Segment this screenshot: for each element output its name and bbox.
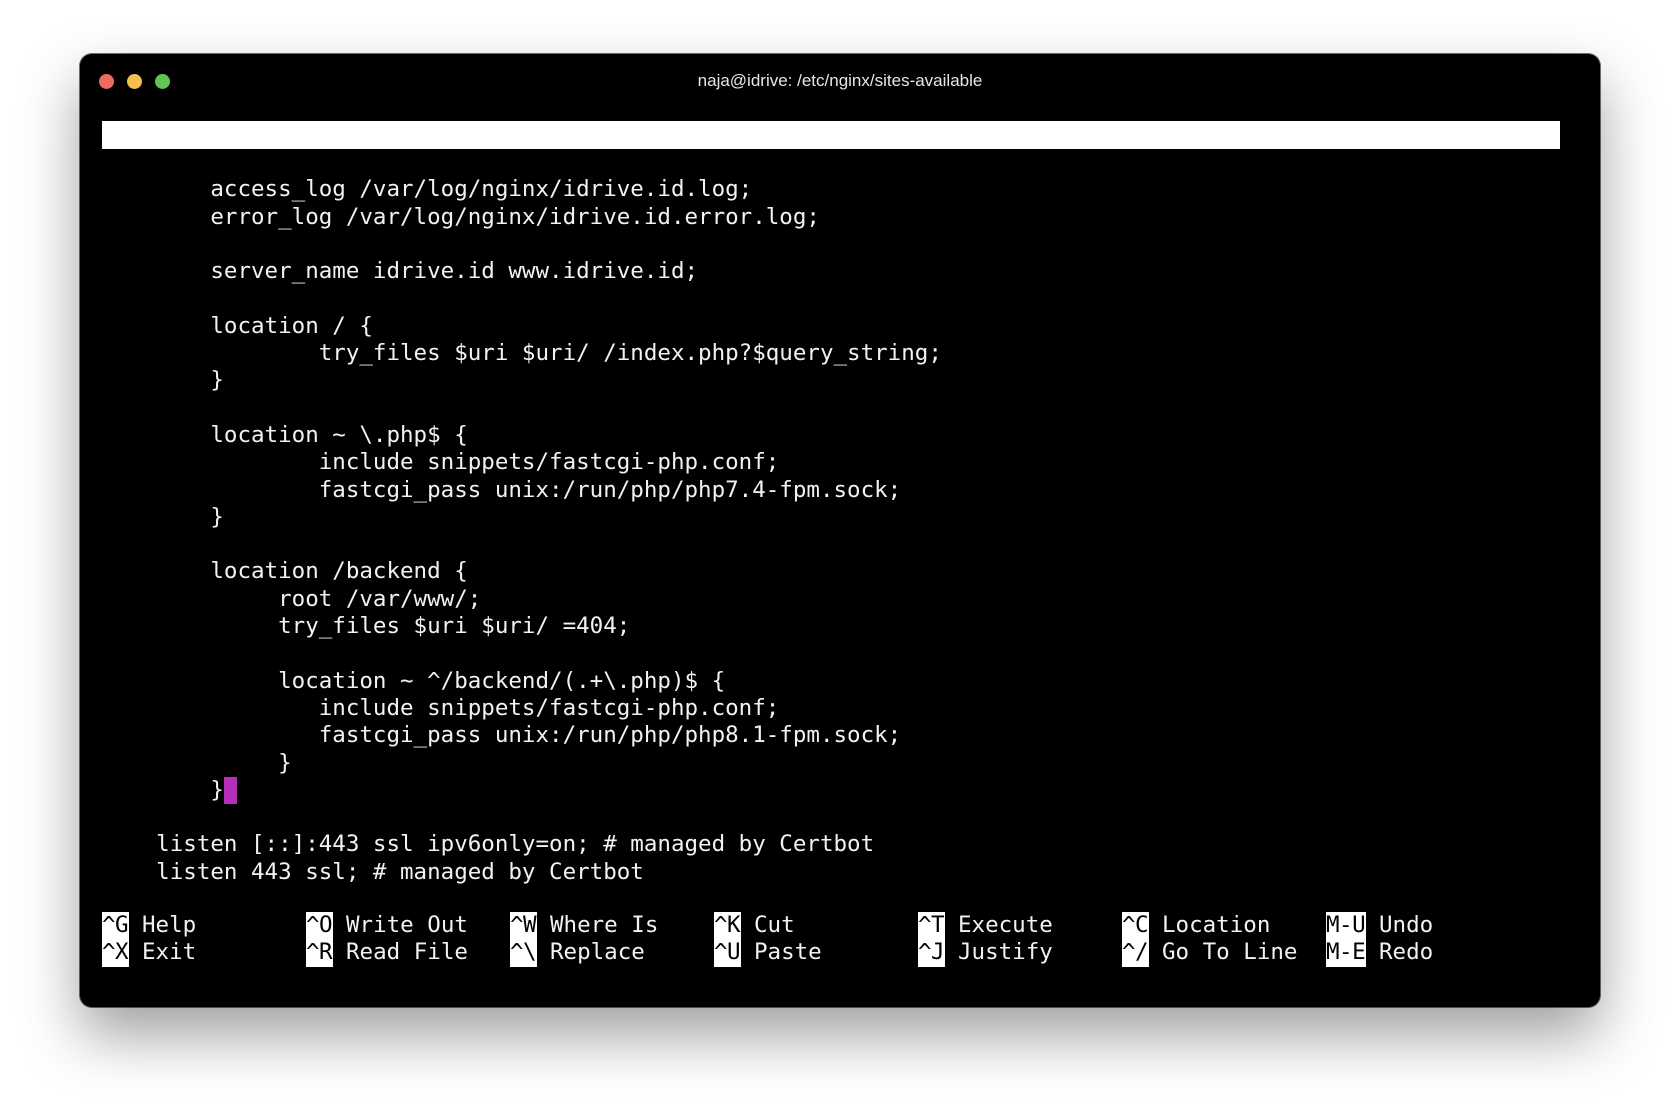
code-line[interactable]: try_files $uri $uri/ =404; — [102, 613, 1564, 640]
code-line-text: access_log /var/log/nginx/idrive.id.log; — [102, 176, 753, 203]
terminal-window: naja@idrive: /etc/nginx/sites-available … — [80, 54, 1600, 1007]
shortcut-key: ^G — [102, 912, 129, 940]
code-line-text: include snippets/fastcgi-php.conf; — [102, 449, 780, 476]
shortcut-key: ^U — [714, 939, 741, 967]
shortcut-redo[interactable]: M-E Redo — [1326, 939, 1434, 967]
code-line[interactable]: location /backend { — [102, 558, 1564, 585]
shortcut-help[interactable]: ^G Help — [102, 912, 197, 940]
code-line[interactable]: } — [102, 367, 1564, 394]
shortcut-label: Read File — [346, 939, 468, 966]
shortcut-exit[interactable]: ^X Exit — [102, 939, 197, 967]
nano-editor[interactable]: GNU nano 6.2 idrive.id * access_log /var… — [102, 121, 1564, 886]
code-line[interactable] — [102, 531, 1564, 558]
code-line-text: location ~ \.php$ { — [102, 421, 468, 448]
code-line-text: listen [::]:443 ssl ipv6only=on; # manag… — [102, 831, 875, 858]
shortcut-location[interactable]: ^C Location — [1122, 912, 1271, 940]
shortcut-key: M-U — [1326, 912, 1366, 940]
shortcut-go-to-line[interactable]: ^/ Go To Line — [1122, 939, 1298, 967]
code-line-text: location / { — [102, 312, 373, 339]
nano-header-bar: GNU nano 6.2 idrive.id * — [102, 121, 1560, 204]
shortcut-label: Where Is — [550, 912, 659, 938]
shortcut-label: Go To Line — [1162, 939, 1298, 966]
window-title: naja@idrive: /etc/nginx/sites-available — [697, 71, 983, 90]
text-cursor — [223, 776, 237, 804]
code-line[interactable]: } — [102, 776, 1564, 804]
code-line[interactable]: root /var/www/; — [102, 586, 1564, 613]
code-line-text: root /var/www/; — [102, 585, 482, 612]
code-line[interactable]: location / { — [102, 313, 1564, 340]
shortcut-execute[interactable]: ^T Execute — [918, 912, 1053, 940]
code-line[interactable]: fastcgi_pass unix:/run/php/php7.4-fpm.so… — [102, 477, 1564, 504]
code-line[interactable]: server_name idrive.id www.idrive.id; — [102, 258, 1564, 285]
title-bar: naja@idrive: /etc/nginx/sites-available — [80, 54, 1600, 108]
code-line[interactable]: location ~ ^/backend/(.+\.php)$ { — [102, 668, 1564, 695]
code-line[interactable]: try_files $uri $uri/ /index.php?$query_s… — [102, 340, 1564, 367]
shortcut-paste[interactable]: ^U Paste — [714, 939, 822, 967]
code-line-text: try_files $uri $uri/ /index.php?$query_s… — [102, 340, 942, 367]
shortcut-read-file[interactable]: ^R Read File — [306, 939, 468, 967]
shortcut-key: ^W — [510, 912, 537, 940]
shortcut-key: M-E — [1326, 939, 1366, 967]
code-line[interactable] — [102, 804, 1564, 831]
shortcut-label: Redo — [1379, 939, 1434, 966]
code-line[interactable]: fastcgi_pass unix:/run/php/php8.1-fpm.so… — [102, 722, 1564, 749]
editor-text-area[interactable]: access_log /var/log/nginx/idrive.id.log;… — [102, 149, 1564, 886]
code-line[interactable] — [102, 395, 1564, 422]
code-line-text: server_name idrive.id www.idrive.id; — [102, 258, 699, 285]
code-line[interactable]: } — [102, 504, 1564, 531]
shortcut-key: ^J — [918, 939, 945, 967]
shortcut-key: ^/ — [1122, 939, 1149, 967]
code-line[interactable] — [102, 231, 1564, 258]
shortcut-label: Exit — [142, 939, 197, 966]
shortcut-replace[interactable]: ^\ Replace — [510, 939, 645, 967]
shortcut-label: Help — [142, 912, 197, 938]
code-line[interactable]: access_log /var/log/nginx/idrive.id.log; — [102, 176, 1564, 203]
code-line-text: location /backend { — [102, 558, 468, 585]
code-line[interactable]: include snippets/fastcgi-php.conf; — [102, 695, 1564, 722]
code-line-text: } — [102, 367, 224, 394]
shortcut-key: ^\ — [510, 939, 537, 967]
shortcut-label: Undo — [1379, 912, 1434, 938]
shortcut-undo[interactable]: M-U Undo — [1326, 912, 1434, 940]
code-line-text: try_files $uri $uri/ =404; — [102, 613, 631, 640]
code-line[interactable] — [102, 285, 1564, 312]
shortcut-label: Execute — [958, 912, 1053, 938]
code-line[interactable]: location ~ \.php$ { — [102, 422, 1564, 449]
code-line[interactable]: listen [::]:443 ssl ipv6only=on; # manag… — [102, 831, 1564, 858]
code-line[interactable] — [102, 640, 1564, 667]
shortcut-label: Cut — [754, 912, 795, 938]
shortcut-key: ^O — [306, 912, 333, 940]
code-line-text: location ~ ^/backend/(.+\.php)$ { — [102, 667, 726, 694]
shortcut-key: ^R — [306, 939, 333, 967]
code-line-text: include snippets/fastcgi-php.conf; — [102, 694, 780, 721]
shortcut-label: Paste — [754, 939, 822, 966]
code-line[interactable]: } — [102, 750, 1564, 777]
code-line[interactable]: include snippets/fastcgi-php.conf; — [102, 449, 1564, 476]
shortcut-label: Location — [1162, 912, 1271, 938]
shortcut-key: ^K — [714, 912, 741, 940]
code-line[interactable]: listen 443 ssl; # managed by Certbot — [102, 859, 1564, 886]
shortcut-cut[interactable]: ^K Cut — [714, 912, 795, 940]
shortcut-write-out[interactable]: ^O Write Out — [306, 912, 468, 940]
code-line[interactable] — [102, 149, 1564, 176]
code-line-text: fastcgi_pass unix:/run/php/php8.1-fpm.so… — [102, 722, 902, 749]
code-line-text: error_log /var/log/nginx/idrive.id.error… — [102, 203, 820, 230]
shortcut-label: Write Out — [346, 912, 468, 938]
shortcut-label: Replace — [550, 939, 645, 966]
code-line-text: fastcgi_pass unix:/run/php/php7.4-fpm.so… — [102, 476, 902, 503]
code-line-text: } — [102, 749, 292, 776]
shortcut-justify[interactable]: ^J Justify — [918, 939, 1053, 967]
code-line-text: listen 443 ssl; # managed by Certbot — [102, 858, 644, 885]
shortcut-where-is[interactable]: ^W Where Is — [510, 912, 659, 940]
shortcut-key: ^C — [1122, 912, 1149, 940]
shortcut-key: ^T — [918, 912, 945, 940]
code-line[interactable]: error_log /var/log/nginx/idrive.id.error… — [102, 204, 1564, 231]
code-line-text: } — [102, 503, 224, 530]
code-line-text: } — [102, 776, 224, 803]
shortcut-label: Justify — [958, 939, 1053, 966]
shortcut-key: ^X — [102, 939, 129, 967]
